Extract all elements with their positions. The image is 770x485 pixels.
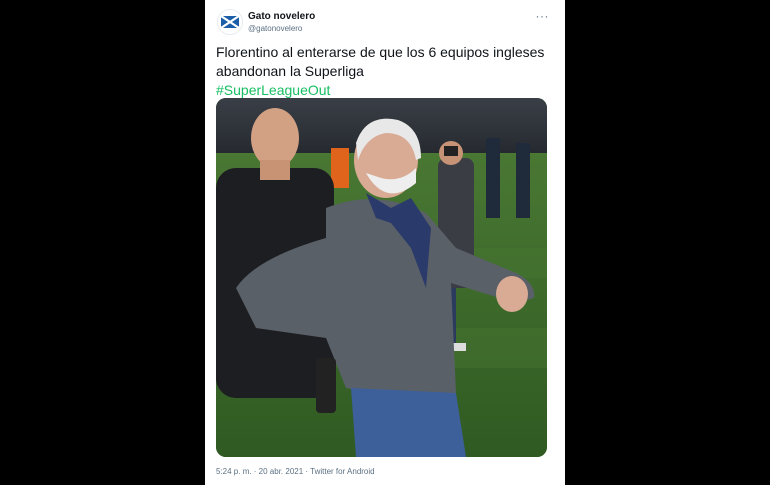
- tweet-text: Florentino al enterarse de que los 6 equ…: [216, 43, 546, 100]
- tweet-timestamp[interactable]: 5:24 p. m. · 20 abr. 2021 · Twitter for …: [216, 466, 375, 477]
- author-names: Gato novelero @gatonovelero: [248, 11, 315, 34]
- scotland-flag-icon: [218, 10, 242, 34]
- handle[interactable]: @gatonovelero: [248, 23, 315, 34]
- tweet-header: Gato novelero @gatonovelero ···: [217, 9, 555, 37]
- display-name[interactable]: Gato novelero: [248, 11, 315, 23]
- more-options-icon[interactable]: ···: [536, 9, 550, 23]
- avatar[interactable]: [217, 9, 243, 35]
- tweet-body: Florentino al enterarse de que los 6 equ…: [216, 44, 545, 79]
- photo-image: [216, 98, 547, 457]
- tweet-photo[interactable]: [216, 98, 547, 457]
- tweet-card: Gato novelero @gatonovelero ··· Florenti…: [205, 0, 565, 485]
